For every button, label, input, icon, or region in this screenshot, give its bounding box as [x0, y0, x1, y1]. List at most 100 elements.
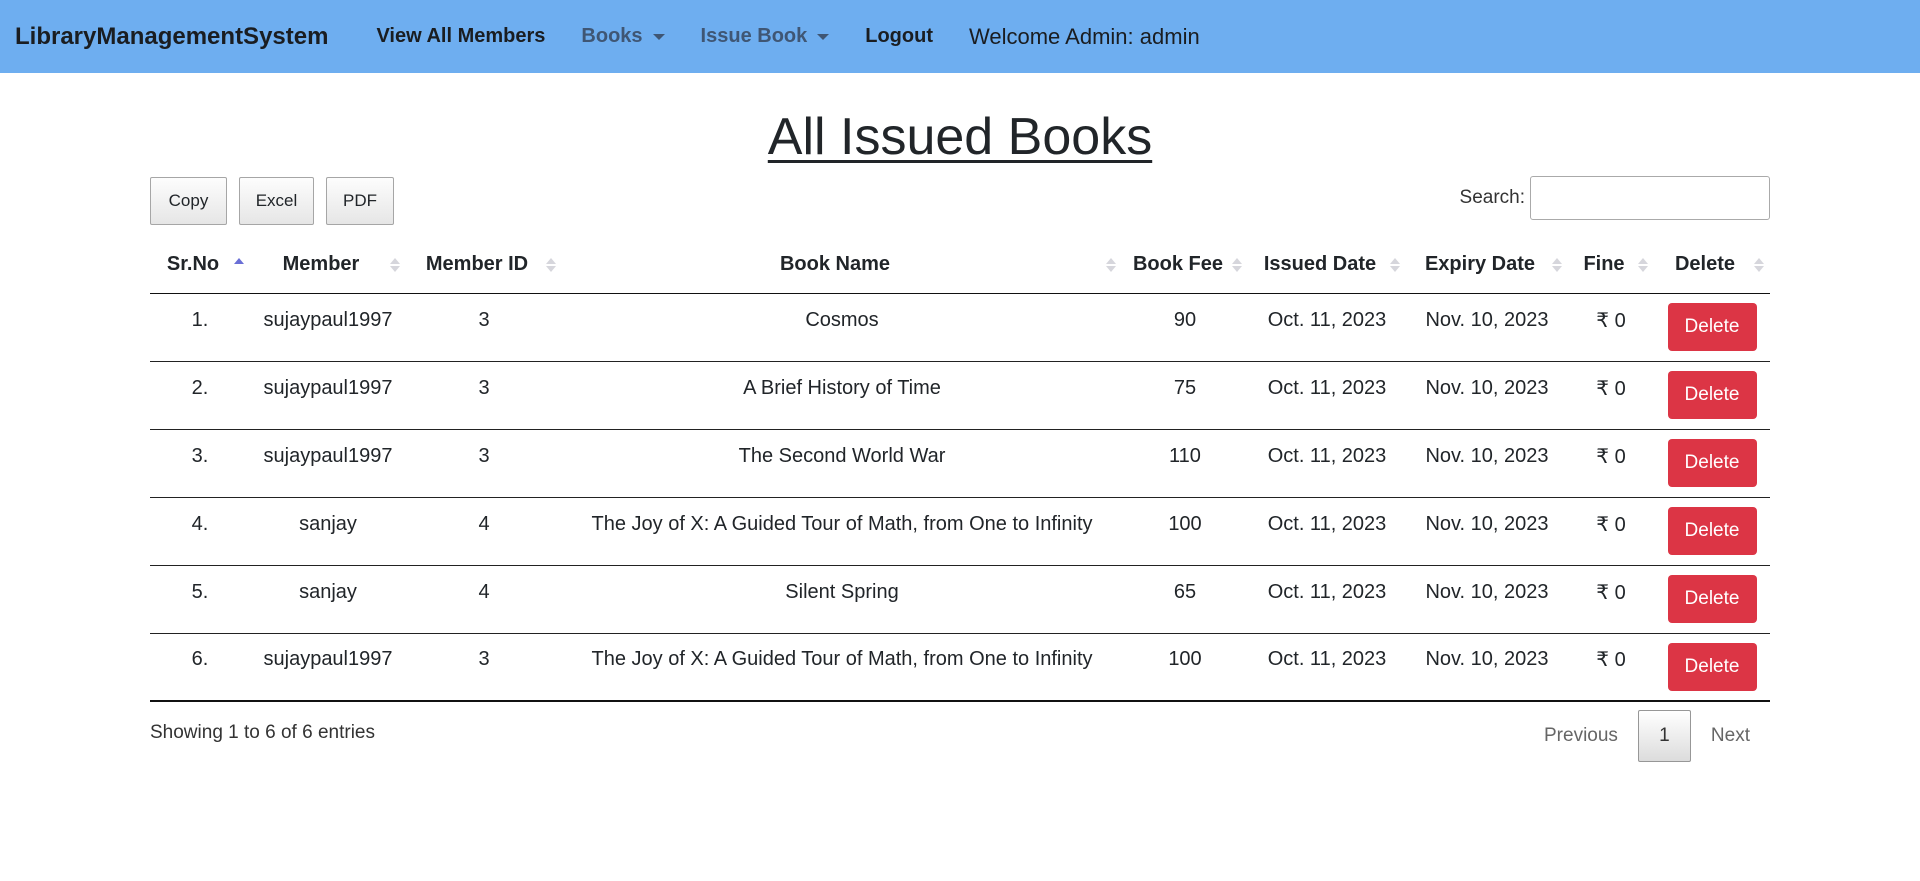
cell-delete: Delete: [1654, 633, 1770, 702]
cell-member-id: 3: [406, 361, 562, 430]
delete-button[interactable]: Delete: [1667, 303, 1757, 351]
page-1-button[interactable]: 1: [1637, 710, 1691, 762]
previous-page-button[interactable]: Previous: [1524, 725, 1638, 747]
cell-sr-no: 2.: [150, 361, 250, 430]
cell-book-fee: 75: [1122, 361, 1248, 430]
cell-delete: Delete: [1654, 361, 1770, 430]
sort-arrows-icon: [1390, 257, 1400, 272]
cell-fine: ₹ 0: [1568, 565, 1654, 634]
delete-button[interactable]: Delete: [1667, 642, 1757, 691]
nav-logout[interactable]: Logout: [865, 25, 933, 48]
brand-logo[interactable]: LibraryManagementSystem: [15, 23, 328, 51]
cell-fine: ₹ 0: [1568, 429, 1654, 498]
cell-book-fee: 110: [1122, 429, 1248, 498]
cell-expiry-date: Nov. 10, 2023: [1406, 497, 1568, 566]
table-header: Sr.No Member Member ID Book Name Book Fe…: [150, 237, 1770, 294]
caret-down-icon: [652, 33, 665, 40]
sort-arrows-icon: [390, 257, 400, 272]
column-header-book-name[interactable]: Book Name: [562, 237, 1122, 294]
cell-sr-no: 4.: [150, 497, 250, 566]
sort-arrows-icon: [1552, 257, 1562, 272]
cell-member: sujaypaul1997: [250, 361, 406, 430]
delete-button[interactable]: Delete: [1667, 371, 1757, 419]
cell-member-id: 3: [406, 429, 562, 498]
cell-book-name: The Joy of X: A Guided Tour of Math, fro…: [562, 497, 1122, 566]
column-header-member-id[interactable]: Member ID: [406, 237, 562, 294]
sort-arrows-icon: [1638, 257, 1648, 272]
search-input[interactable]: [1530, 176, 1770, 220]
table-row: 3. sujaypaul1997 3 The Second World War …: [150, 429, 1770, 498]
delete-button[interactable]: Delete: [1667, 439, 1757, 487]
column-header-issued-date[interactable]: Issued Date: [1248, 237, 1406, 294]
column-header-label: Sr.No: [166, 253, 220, 276]
table-row: 4. sanjay 4 The Joy of X: A Guided Tour …: [150, 497, 1770, 566]
cell-member-id: 4: [406, 497, 562, 566]
cell-book-fee: 100: [1122, 497, 1248, 566]
cell-member: sujaypaul1997: [250, 633, 406, 702]
cell-expiry-date: Nov. 10, 2023: [1406, 361, 1568, 430]
pdf-button[interactable]: PDF: [326, 177, 394, 225]
sort-arrows-icon: [1106, 257, 1116, 272]
cell-book-name: The Joy of X: A Guided Tour of Math, fro…: [562, 633, 1122, 702]
column-header-member[interactable]: Member: [250, 237, 406, 294]
table-toolbar: Copy Excel PDF Search:: [150, 176, 1770, 225]
column-header-delete[interactable]: Delete: [1654, 237, 1770, 294]
column-header-label: Book Name: [779, 253, 891, 276]
cell-book-name: The Second World War: [562, 429, 1122, 498]
nav-books-label: Books: [581, 25, 643, 47]
delete-button[interactable]: Delete: [1667, 507, 1757, 555]
column-header-fine[interactable]: Fine: [1568, 237, 1654, 294]
column-header-label: Delete: [1674, 253, 1736, 276]
cell-sr-no: 1.: [150, 293, 250, 362]
cell-delete: Delete: [1654, 497, 1770, 566]
column-header-label: Fine: [1583, 253, 1625, 276]
sort-arrows-icon: [1754, 257, 1764, 272]
welcome-text: Welcome Admin: admin: [969, 23, 1200, 49]
issued-books-table: Sr.No Member Member ID Book Name Book Fe…: [150, 237, 1770, 702]
cell-member-id: 3: [406, 293, 562, 362]
table-body: 1. sujaypaul1997 3 Cosmos 90 Oct. 11, 20…: [150, 293, 1770, 702]
nav-issue-book-dropdown[interactable]: Issue Book: [701, 25, 830, 48]
nav-books-dropdown[interactable]: Books: [581, 25, 665, 48]
column-header-sr-no[interactable]: Sr.No: [150, 237, 250, 294]
column-header-label: Book Fee: [1132, 253, 1224, 276]
nav-view-all-members-label: View All Members: [376, 25, 546, 47]
table-row: 6. sujaypaul1997 3 The Joy of X: A Guide…: [150, 633, 1770, 702]
cell-fine: ₹ 0: [1568, 633, 1654, 702]
cell-member: sanjay: [250, 497, 406, 566]
sort-arrows-icon: [546, 257, 556, 272]
cell-delete: Delete: [1654, 565, 1770, 634]
page-title: All Issued Books: [767, 108, 1153, 166]
caret-down-icon: [817, 33, 830, 40]
cell-member: sujaypaul1997: [250, 429, 406, 498]
cell-book-fee: 100: [1122, 633, 1248, 702]
cell-fine: ₹ 0: [1568, 293, 1654, 362]
cell-member: sujaypaul1997: [250, 293, 406, 362]
cell-sr-no: 5.: [150, 565, 250, 634]
cell-expiry-date: Nov. 10, 2023: [1406, 633, 1568, 702]
cell-sr-no: 6.: [150, 633, 250, 702]
nav-view-all-members[interactable]: View All Members: [376, 25, 545, 48]
entries-info: Showing 1 to 6 of 6 entries: [150, 722, 375, 743]
navbar: LibraryManagementSystem View All Members…: [0, 0, 1920, 73]
cell-expiry-date: Nov. 10, 2023: [1406, 293, 1568, 362]
table-row: 1. sujaypaul1997 3 Cosmos 90 Oct. 11, 20…: [150, 293, 1770, 362]
cell-fine: ₹ 0: [1568, 497, 1654, 566]
next-page-button[interactable]: Next: [1691, 725, 1770, 747]
excel-button[interactable]: Excel: [239, 177, 314, 225]
cell-issued-date: Oct. 11, 2023: [1248, 293, 1406, 362]
column-header-book-fee[interactable]: Book Fee: [1122, 237, 1248, 294]
column-header-label: Expiry Date: [1424, 253, 1536, 276]
cell-book-fee: 90: [1122, 293, 1248, 362]
cell-delete: Delete: [1654, 429, 1770, 498]
copy-button[interactable]: Copy: [150, 177, 227, 225]
column-header-label: Member ID: [425, 253, 529, 276]
cell-expiry-date: Nov. 10, 2023: [1406, 565, 1568, 634]
column-header-expiry-date[interactable]: Expiry Date: [1406, 237, 1568, 294]
cell-issued-date: Oct. 11, 2023: [1248, 497, 1406, 566]
delete-button[interactable]: Delete: [1667, 575, 1757, 623]
cell-book-fee: 65: [1122, 565, 1248, 634]
search-label: Search:: [1459, 187, 1525, 208]
sort-arrows-icon: [1232, 257, 1242, 272]
nav-issue-book-label: Issue Book: [700, 25, 808, 47]
